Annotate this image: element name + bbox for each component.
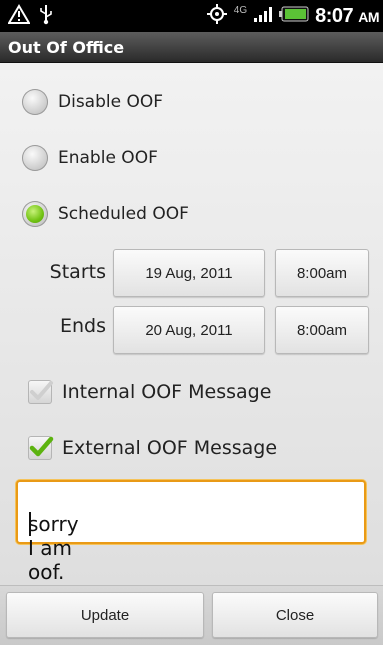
clock: 8:07 AM bbox=[315, 5, 379, 28]
network-type: 4G bbox=[233, 5, 248, 16]
external-oof-message-row[interactable]: External OOF Message bbox=[28, 431, 277, 465]
ends-label: Ends bbox=[59, 315, 106, 337]
clock-time: 8:07 bbox=[315, 4, 354, 27]
radio-button-selected[interactable] bbox=[22, 201, 48, 227]
warning-icon bbox=[7, 4, 31, 28]
ends-date-button[interactable]: 20 Aug, 2011 bbox=[113, 306, 265, 354]
gps-icon bbox=[206, 3, 228, 29]
internal-oof-message-row[interactable]: Internal OOF Message bbox=[28, 375, 271, 409]
close-button[interactable]: Close bbox=[212, 592, 378, 638]
page-title: Out Of Office bbox=[8, 38, 125, 57]
status-bar: 4G 8:07 AM bbox=[0, 0, 383, 32]
checkmark-icon bbox=[30, 381, 53, 400]
starts-date-button[interactable]: 19 Aug, 2011 bbox=[113, 249, 265, 297]
update-button[interactable]: Update bbox=[6, 592, 204, 638]
option-label: Scheduled OOF bbox=[58, 204, 189, 224]
title-bar: Out Of Office bbox=[0, 32, 383, 63]
battery-icon bbox=[279, 6, 309, 26]
usb-icon bbox=[38, 3, 54, 29]
internal-oof-label: Internal OOF Message bbox=[62, 381, 272, 403]
option-label: Disable OOF bbox=[58, 92, 164, 112]
internal-oof-checkbox[interactable] bbox=[28, 380, 53, 404]
option-enable-oof[interactable]: Enable OOF bbox=[22, 141, 158, 175]
clock-ampm: AM bbox=[358, 8, 379, 25]
oof-message-input[interactable]: sorry I am oof. oops bbox=[16, 480, 366, 608]
oof-settings-panel: Disable OOF Enable OOF Scheduled OOF Sta… bbox=[0, 63, 383, 645]
starts-label: Starts bbox=[49, 261, 106, 283]
external-oof-checkbox[interactable] bbox=[28, 436, 54, 460]
option-disable-oof[interactable]: Disable OOF bbox=[22, 85, 163, 119]
signal-icon bbox=[253, 5, 273, 27]
radio-button[interactable] bbox=[22, 89, 48, 115]
checkmark-icon bbox=[29, 436, 54, 457]
text-cursor bbox=[29, 512, 31, 536]
option-scheduled-oof[interactable]: Scheduled OOF bbox=[22, 197, 189, 231]
external-oof-label: External OOF Message bbox=[62, 437, 278, 459]
button-bar: Update Close bbox=[0, 585, 383, 645]
ends-time-button[interactable]: 8:00am bbox=[275, 306, 369, 354]
option-label: Enable OOF bbox=[58, 148, 158, 168]
radio-button[interactable] bbox=[22, 145, 48, 171]
starts-time-button[interactable]: 8:00am bbox=[275, 249, 369, 297]
